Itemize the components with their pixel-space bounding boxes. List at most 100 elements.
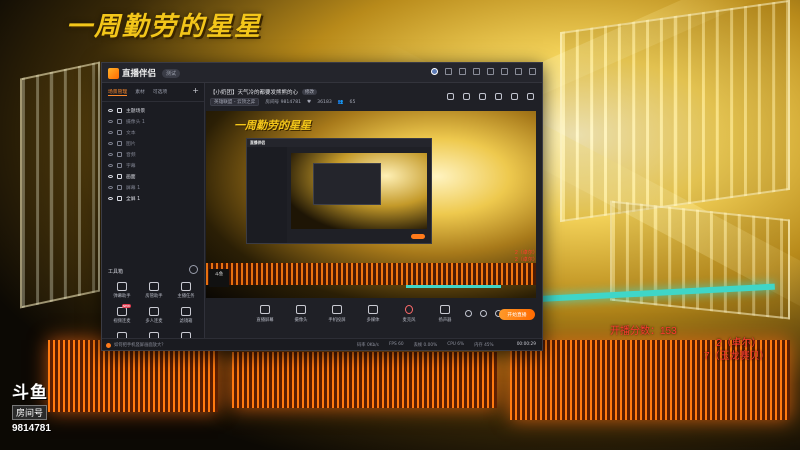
media-button[interactable]: 多媒体	[360, 305, 386, 323]
tab-assets[interactable]: 素材	[135, 88, 145, 96]
douyu-logo: 斗鱼	[12, 383, 48, 402]
tool-multi-link[interactable]: 多人连麦	[138, 307, 170, 324]
overlay-small-text: 2（卓尔） 2（卓尔）	[515, 250, 538, 264]
danmaku-icon	[117, 282, 127, 291]
sidebar: 场景管理 素材 可选项 + 主题场景 摄像头 1 文本 图片 音频 字幕 画面 …	[102, 83, 205, 349]
visibility-icon[interactable]	[108, 120, 113, 123]
source-icon	[117, 108, 122, 113]
toolbox-heading: 工具箱	[108, 269, 124, 275]
screen-button[interactable]: 直播屏幕	[252, 305, 278, 323]
tool-label: 多人连麦	[145, 319, 163, 324]
overlay-line: 2（卓尔）	[515, 257, 538, 263]
add-scene-button[interactable]: +	[192, 86, 199, 95]
tab-scenes[interactable]: 场景管理	[108, 88, 128, 96]
visibility-icon[interactable]	[108, 175, 113, 178]
window-controls	[431, 68, 536, 75]
visibility-icon[interactable]	[108, 153, 113, 156]
source-icon	[117, 185, 122, 190]
title-bar: 直播伴侣 测试	[102, 63, 542, 83]
notification-icon[interactable]	[511, 93, 518, 100]
mic-icon	[405, 305, 413, 314]
phone-cast-button[interactable]: 手机投屏	[324, 305, 350, 323]
scene-item[interactable]: 摄像头 1	[108, 116, 198, 127]
minimize-icon[interactable]	[501, 68, 508, 75]
visibility-icon[interactable]	[108, 109, 113, 112]
tab-options[interactable]: 可选项	[153, 88, 167, 96]
stream-preview[interactable]: 一周勤劳的星星 直播伴侣 斗鱼	[206, 111, 536, 298]
video-link-icon: NEW	[117, 304, 131, 316]
status-bar: 如何把手机竖屏画面放大？ 码率 0Kb/s FPS 60 丢帧 0.00% CP…	[102, 338, 542, 350]
record-icon[interactable]	[447, 93, 454, 100]
led-band	[232, 352, 497, 408]
preview-eye-icon[interactable]	[480, 310, 487, 317]
scene-item[interactable]: 音频	[108, 149, 198, 160]
visibility-icon[interactable]	[108, 197, 113, 200]
visibility-icon[interactable]	[108, 164, 113, 167]
tip-text: 如何把手机竖屏画面放大？	[114, 343, 166, 348]
metric-bitrate: 码率 0Kb/s	[357, 343, 379, 348]
preview-title: 一周勤劳的星星	[234, 119, 311, 132]
scene-label: 音频	[126, 153, 136, 158]
room-tag: 房间号	[12, 405, 48, 420]
tool-label: 弹幕助手	[113, 294, 131, 299]
tip[interactable]: 如何把手机竖屏画面放大？	[106, 342, 166, 348]
tool-label: 主播任务	[177, 294, 195, 299]
toolbox-collapse-icon[interactable]	[189, 265, 198, 274]
preview-douyu-logo: 斗鱼	[209, 269, 229, 287]
gift-icon[interactable]	[479, 93, 486, 100]
app-logo-icon	[108, 67, 119, 79]
app-logo: 直播伴侣 测试	[108, 67, 181, 79]
version-badge[interactable]: 测试	[162, 68, 181, 78]
tool-video-link[interactable]: NEW 视频连麦	[106, 304, 138, 324]
overlay-line: 2（卓尔）	[515, 250, 538, 256]
scene-item[interactable]: 文本	[108, 127, 198, 138]
control-bar: 直播屏幕 摄像头 手机投屏 多媒体 麦克风 扬声器 开始直播	[206, 301, 542, 337]
scene-item[interactable]: 屏幕 1	[108, 182, 198, 193]
chat-icon[interactable]	[495, 93, 502, 100]
maximize-icon[interactable]	[515, 68, 522, 75]
scene-item[interactable]: 字幕	[108, 160, 198, 171]
scene-item[interactable]: 主题场景	[108, 105, 198, 116]
visibility-icon[interactable]	[108, 186, 113, 189]
category-pill[interactable]: 英雄联盟 - 云顶之弈	[210, 98, 260, 106]
settings-icon[interactable]	[473, 68, 480, 75]
avatar[interactable]	[431, 68, 438, 75]
nested-sidebar	[247, 147, 287, 243]
camera-button[interactable]: 摄像头	[288, 305, 314, 323]
preview-teal-light	[406, 285, 501, 288]
control-label: 手机投屏	[328, 318, 346, 323]
streaming-app-window: 直播伴侣 测试 场景管理 素材 可选项 + 主题场景 摄像头 1 文本 图片 音…	[101, 62, 543, 351]
message-icon[interactable]	[445, 68, 452, 75]
share-icon[interactable]	[527, 93, 534, 100]
viewers-icon: 👥	[337, 99, 344, 105]
scene-label: 全屏 1	[126, 197, 141, 202]
lock-icon[interactable]	[463, 93, 470, 100]
visibility-icon[interactable]	[108, 142, 113, 145]
scene-item[interactable]: 全屏 1	[108, 193, 198, 204]
visibility-icon[interactable]	[108, 131, 113, 134]
scene-item[interactable]: 图片	[108, 138, 198, 149]
nested-inner-window	[313, 163, 381, 205]
tool-danmaku[interactable]: 弹幕助手	[106, 282, 138, 299]
nested-title-bar	[247, 139, 431, 147]
screen-icon	[260, 305, 270, 314]
tool-admin[interactable]: 房管助手	[138, 282, 170, 299]
source-icon	[117, 152, 122, 157]
scene-item[interactable]: 画面	[108, 171, 198, 182]
source-icon	[117, 141, 122, 146]
room-title: 【小奶团】天气冷的都要发熊熊的心	[210, 90, 299, 96]
tool-filter[interactable]: 滤镜箱	[170, 307, 202, 324]
tool-task[interactable]: 主播任务	[170, 282, 202, 299]
gift-icon[interactable]	[459, 68, 466, 75]
mic-button[interactable]: 麦克风	[396, 305, 422, 323]
record-icon[interactable]	[465, 310, 472, 317]
nested-app-name: 直播伴侣	[250, 140, 266, 145]
menu-icon[interactable]	[487, 68, 494, 75]
metric-fps: FPS 60	[388, 342, 404, 347]
douyu-watermark: 斗鱼 房间号 9814781	[12, 378, 58, 434]
edit-title-button[interactable]: 修改	[302, 89, 318, 95]
speaker-button[interactable]: 扬声器	[432, 305, 458, 323]
go-live-button[interactable]: 开始直播	[499, 309, 535, 320]
scene-label: 摄像头 1	[126, 120, 145, 125]
close-icon[interactable]	[529, 68, 536, 75]
